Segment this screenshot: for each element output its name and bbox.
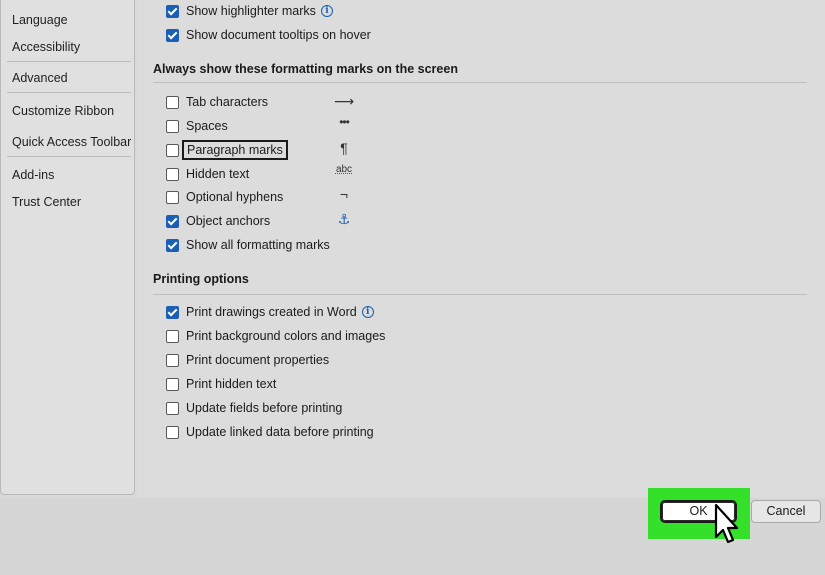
anchor-icon: ⚓ <box>337 211 351 227</box>
sidebar-divider <box>7 92 131 93</box>
option-label: Print hidden text <box>186 377 277 391</box>
hidden-text-icon: abc <box>335 164 353 175</box>
spaces-option[interactable]: Spaces <box>166 117 228 135</box>
show-highlighter-marks-checkbox[interactable] <box>166 4 179 18</box>
option-label: Show all formatting marks <box>186 238 330 252</box>
arrow-right-icon: ⟶ <box>333 93 355 109</box>
printing-section-title: Printing options <box>153 272 249 286</box>
show-all-formatting-marks-checkbox[interactable] <box>166 238 179 252</box>
show-highlighter-marks-option[interactable]: Show highlighter marks i <box>166 2 333 20</box>
show-document-tooltips-option[interactable]: Show document tooltips on hover <box>166 26 371 44</box>
dots-icon: ••• <box>339 115 350 129</box>
tab-characters-checkbox[interactable] <box>166 95 179 109</box>
formatting-marks-section-title: Always show these formatting marks on th… <box>153 62 458 76</box>
sidebar-item-customize-ribbon[interactable]: Customize Ribbon <box>12 104 114 118</box>
print-drawings-option[interactable]: Print drawings created in Word i <box>166 303 374 321</box>
object-anchors-checkbox[interactable] <box>166 214 179 228</box>
cancel-button[interactable]: Cancel <box>751 500 821 523</box>
print-document-properties-option[interactable]: Print document properties <box>166 351 329 369</box>
option-label: Paragraph marks <box>182 140 288 160</box>
info-icon[interactable]: i <box>320 5 333 17</box>
options-panel: Show highlighter marks i Show document t… <box>137 0 825 498</box>
update-linked-data-checkbox[interactable] <box>166 425 179 439</box>
print-hidden-text-checkbox[interactable] <box>166 377 179 391</box>
spaces-checkbox[interactable] <box>166 119 179 133</box>
sidebar-item-quick-access-toolbar[interactable]: Quick Access Toolbar <box>12 135 131 149</box>
show-document-tooltips-checkbox[interactable] <box>166 28 179 42</box>
print-drawings-checkbox[interactable] <box>166 305 179 319</box>
hidden-text-option[interactable]: Hidden text <box>166 165 249 183</box>
object-anchors-option[interactable]: Object anchors <box>166 212 270 230</box>
option-label: Print drawings created in Word <box>186 305 357 319</box>
section-divider <box>153 294 807 295</box>
sidebar-item-advanced[interactable]: Advanced <box>12 71 68 85</box>
option-label: Spaces <box>186 119 228 133</box>
optional-hyphens-option[interactable]: Optional hyphens <box>166 188 283 206</box>
option-label: Optional hyphens <box>186 190 284 204</box>
update-fields-option[interactable]: Update fields before printing <box>166 399 342 417</box>
sidebar-item-language[interactable]: Language <box>12 13 68 27</box>
option-label: Print document properties <box>186 353 330 367</box>
print-background-option[interactable]: Print background colors and images <box>166 327 385 345</box>
update-fields-checkbox[interactable] <box>166 401 179 415</box>
hidden-text-checkbox[interactable] <box>166 167 179 181</box>
sidebar-item-accessibility[interactable]: Accessibility <box>12 40 80 54</box>
update-linked-data-option[interactable]: Update linked data before printing <box>166 423 374 441</box>
paragraph-marks-checkbox[interactable] <box>166 143 179 157</box>
paragraph-marks-option[interactable]: Paragraph marks <box>166 140 288 160</box>
option-label: Print background colors and images <box>186 329 386 343</box>
tab-characters-option[interactable]: Tab characters <box>166 93 268 111</box>
sidebar-item-trust-center[interactable]: Trust Center <box>12 195 81 209</box>
option-label: Show highlighter marks <box>186 4 316 18</box>
option-label: Update linked data before printing <box>186 425 374 439</box>
sidebar-divider <box>7 156 131 157</box>
option-label: Update fields before printing <box>186 401 343 415</box>
option-label: Tab characters <box>186 95 268 109</box>
sidebar-divider <box>7 61 131 62</box>
option-label: Hidden text <box>186 167 250 181</box>
optional-hyphens-checkbox[interactable] <box>166 190 179 204</box>
not-sign-icon: ¬ <box>339 186 349 202</box>
option-label: Show document tooltips on hover <box>186 28 371 42</box>
print-hidden-text-option[interactable]: Print hidden text <box>166 375 276 393</box>
print-document-properties-checkbox[interactable] <box>166 353 179 367</box>
option-label: Object anchors <box>186 214 271 228</box>
sidebar-item-add-ins[interactable]: Add-ins <box>12 168 54 182</box>
section-divider <box>153 82 807 83</box>
show-all-formatting-marks-option[interactable]: Show all formatting marks <box>166 236 330 254</box>
pilcrow-icon: ¶ <box>340 140 348 156</box>
mouse-pointer-icon <box>714 503 739 544</box>
options-sidebar: Language Accessibility Advanced Customiz… <box>0 0 135 495</box>
print-background-checkbox[interactable] <box>166 329 179 343</box>
info-icon[interactable]: i <box>361 306 374 318</box>
